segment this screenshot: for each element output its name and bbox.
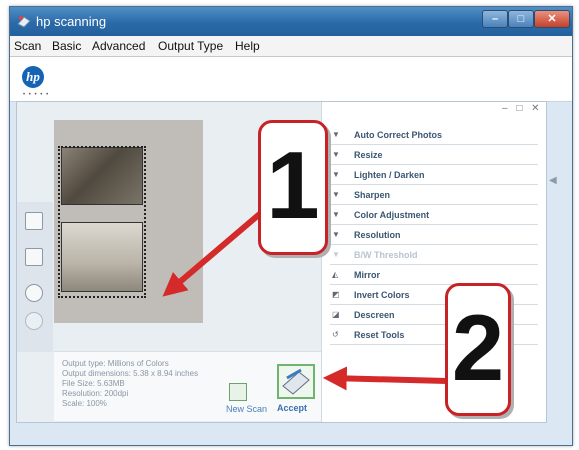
callout-2: 2 <box>445 283 511 416</box>
arrow-to-accept <box>322 366 448 391</box>
callout-2-number: 2 <box>451 295 505 400</box>
arrow-to-selection <box>162 209 264 297</box>
callout-1: 1 <box>258 120 328 255</box>
callout-1-number: 1 <box>266 132 320 239</box>
